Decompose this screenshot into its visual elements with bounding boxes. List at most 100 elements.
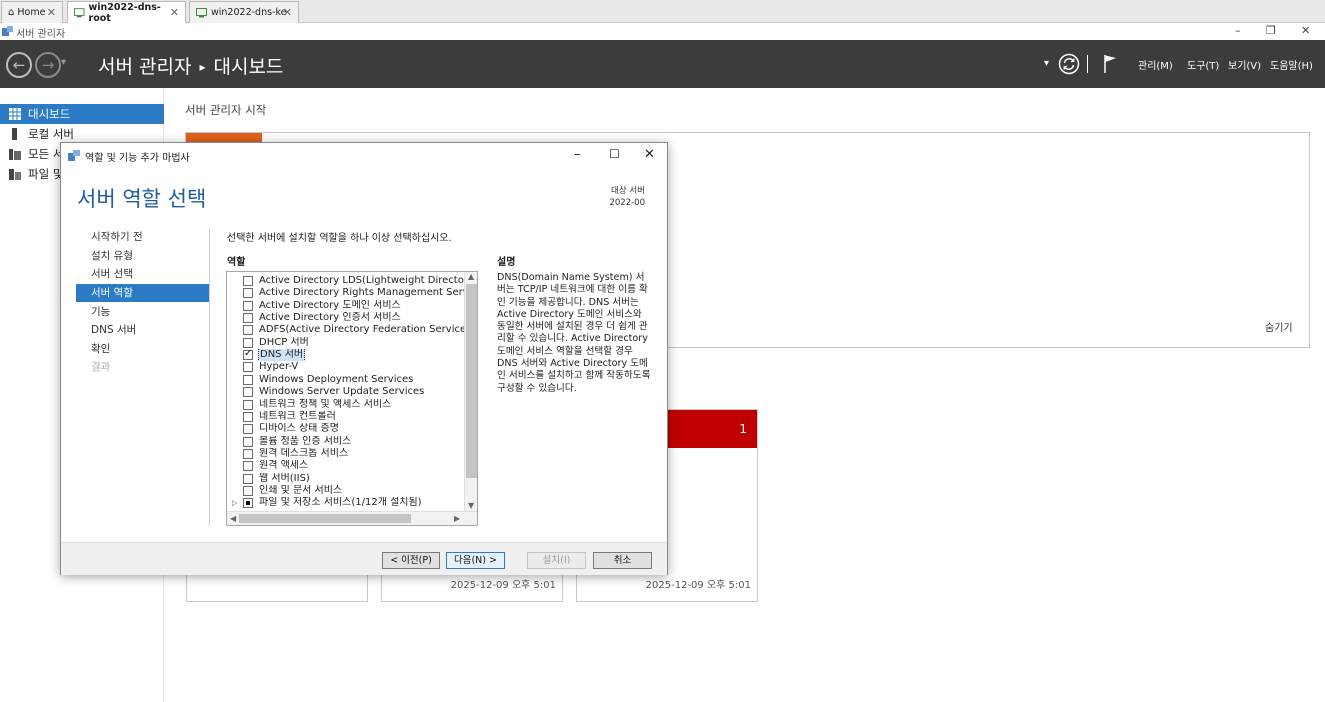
scroll-up-icon[interactable]: ▲ bbox=[468, 272, 474, 281]
role-checkbox[interactable] bbox=[243, 498, 253, 509]
breadcrumb: 서버 관리자 ▸ 대시보드 bbox=[98, 52, 283, 79]
scrollbar-thumb[interactable] bbox=[466, 284, 477, 478]
forward-arrow-icon[interactable]: → bbox=[35, 52, 61, 78]
step-features[interactable]: 기능 bbox=[76, 303, 209, 321]
menu-manage[interactable]: 관리(M) bbox=[1138, 57, 1173, 72]
close-window-button[interactable]: ✕ bbox=[1301, 24, 1310, 37]
expand-arrow-icon[interactable]: ▷ bbox=[232, 497, 237, 509]
role-checkbox[interactable] bbox=[243, 387, 253, 398]
tab-home-label: Home bbox=[17, 7, 46, 18]
step-before-you-begin[interactable]: 시작하기 전 bbox=[76, 228, 209, 246]
roles-horizontal-scrollbar[interactable]: ◀ ▶ bbox=[227, 511, 477, 525]
wizard-app-icon bbox=[68, 150, 80, 161]
roles-label: 역할 bbox=[227, 257, 246, 268]
sidebar-item-dashboard[interactable]: 대시보드 bbox=[0, 104, 164, 124]
scroll-down-icon[interactable]: ▼ bbox=[468, 501, 474, 510]
role-item[interactable]: 웹 서버(IIS) bbox=[227, 473, 465, 485]
menu-view[interactable]: 보기(V) bbox=[1228, 57, 1261, 72]
scroll-right-icon[interactable]: ▶ bbox=[454, 514, 460, 523]
back-arrow-icon[interactable]: ← bbox=[6, 52, 32, 78]
description-label: 설명 bbox=[497, 257, 516, 268]
role-item[interactable]: 네트워크 정책 및 액세스 서비스 bbox=[227, 399, 465, 411]
role-item[interactable]: Hyper-V bbox=[227, 361, 465, 373]
target-server-label: 대상 서버 bbox=[611, 186, 645, 196]
cancel-button[interactable]: 취소 bbox=[593, 552, 652, 569]
restore-button[interactable]: ❐ bbox=[1266, 24, 1276, 37]
role-item[interactable]: Active Directory LDS(Lightweight Directo… bbox=[227, 275, 465, 287]
role-checkbox[interactable] bbox=[243, 424, 253, 435]
history-dropdown-icon[interactable]: ▾ bbox=[61, 57, 66, 68]
role-checkbox[interactable] bbox=[243, 436, 253, 447]
dialog-maximize-button[interactable]: ☐ bbox=[609, 147, 620, 161]
roles-list[interactable]: Active Directory LDS(Lightweight Directo… bbox=[226, 271, 478, 526]
step-dns-server[interactable]: DNS 서버 bbox=[76, 321, 209, 339]
add-roles-wizard-dialog: 역할 및 기능 추가 마법사 – ☐ ✕ 서버 역할 선택 대상 서버 2022… bbox=[60, 142, 668, 575]
step-server-roles[interactable]: 서버 역할 bbox=[76, 284, 209, 302]
role-item[interactable]: 디바이스 상태 증명 bbox=[227, 423, 465, 435]
role-checkbox[interactable] bbox=[243, 461, 253, 472]
hide-welcome-link[interactable]: 숨기기 bbox=[1265, 319, 1293, 334]
scroll-left-icon[interactable]: ◀ bbox=[230, 514, 236, 523]
role-checkbox[interactable] bbox=[243, 399, 253, 410]
scrollbar-thumb[interactable] bbox=[239, 514, 411, 523]
refresh-dropdown-icon[interactable]: ▾ bbox=[1044, 58, 1049, 69]
role-checkbox[interactable] bbox=[243, 411, 253, 422]
minimize-button[interactable]: – bbox=[1235, 24, 1241, 37]
role-checkbox[interactable] bbox=[243, 325, 253, 336]
tab-home[interactable]: ⌂ Home ✕ bbox=[1, 1, 63, 23]
role-item[interactable]: 네트워크 컨트롤러 bbox=[227, 411, 465, 423]
role-item[interactable]: Windows Server Update Services bbox=[227, 386, 465, 398]
role-checkbox[interactable] bbox=[243, 473, 253, 484]
steps-divider bbox=[209, 228, 210, 526]
dialog-minimize-button[interactable]: – bbox=[574, 147, 581, 162]
previous-button[interactable]: < 이전(P) bbox=[382, 552, 440, 569]
notifications-flag-icon[interactable] bbox=[1103, 53, 1119, 75]
role-item[interactable]: Active Directory 인증서 서비스 bbox=[227, 312, 465, 324]
server-icon bbox=[12, 128, 17, 140]
tile-timestamp: 2025-12-09 오후 5:01 bbox=[645, 580, 751, 591]
role-item[interactable]: ▷ 파일 및 저장소 서비스(1/12개 설치됨) bbox=[227, 497, 465, 509]
role-checkbox[interactable] bbox=[243, 485, 253, 496]
tab-close-icon[interactable]: ✕ bbox=[170, 6, 179, 19]
role-checkbox[interactable] bbox=[243, 374, 253, 385]
role-item[interactable]: 인쇄 및 문서 서비스 bbox=[227, 485, 465, 497]
server-manager-app-icon bbox=[2, 26, 13, 36]
sidebar-item-local-server[interactable]: 로컬 서버 bbox=[0, 124, 164, 144]
role-checkbox[interactable] bbox=[243, 349, 253, 361]
tab-win2022-dns-root[interactable]: win2022-dns-root ✕ bbox=[67, 1, 186, 24]
dialog-close-button[interactable]: ✕ bbox=[644, 147, 655, 162]
step-server-selection[interactable]: 서버 선택 bbox=[76, 265, 209, 283]
role-item[interactable]: 볼륨 정품 인증 서비스 bbox=[227, 436, 465, 448]
role-item[interactable]: Windows Deployment Services bbox=[227, 374, 465, 386]
vm-icon bbox=[196, 7, 207, 17]
step-installation-type[interactable]: 설치 유형 bbox=[76, 247, 209, 265]
role-checkbox[interactable] bbox=[243, 300, 253, 311]
role-label: Windows Server Update Services bbox=[259, 386, 425, 398]
tab-close-icon[interactable]: ✕ bbox=[47, 6, 56, 19]
menu-help[interactable]: 도움말(H) bbox=[1270, 57, 1313, 72]
refresh-icon[interactable] bbox=[1058, 53, 1080, 75]
tab-close-icon[interactable]: ✕ bbox=[283, 6, 292, 19]
role-item[interactable]: DHCP 서버 bbox=[227, 337, 465, 349]
step-confirmation[interactable]: 확인 bbox=[76, 340, 209, 358]
role-checkbox[interactable] bbox=[243, 337, 253, 348]
header-divider bbox=[1087, 55, 1088, 73]
role-item[interactable]: Active Directory Rights Management Servi… bbox=[227, 287, 465, 299]
tab-win2022-dns-ke[interactable]: win2022-dns-ke ✕ bbox=[189, 1, 299, 23]
role-item[interactable]: 원격 액세스 bbox=[227, 460, 465, 472]
role-checkbox[interactable] bbox=[243, 313, 253, 324]
role-label: Windows Deployment Services bbox=[259, 373, 414, 385]
next-button[interactable]: 다음(N) > bbox=[446, 552, 505, 569]
role-item[interactable]: ADFS(Active Directory Federation Service… bbox=[227, 324, 465, 336]
role-label: DNS 서버 bbox=[258, 349, 306, 362]
role-checkbox[interactable] bbox=[243, 448, 253, 459]
server-manager-header: ← → ▾ 서버 관리자 ▸ 대시보드 ▾ 관리(M) 도구(T) 보기(V) 도움… bbox=[0, 40, 1325, 88]
role-item[interactable]: Active Directory 도메인 서비스 bbox=[227, 300, 465, 312]
role-checkbox[interactable] bbox=[243, 276, 253, 286]
roles-vertical-scrollbar[interactable]: ▲ ▼ bbox=[464, 272, 477, 512]
role-item[interactable]: DNS 서버 bbox=[227, 349, 465, 362]
role-item[interactable]: 원격 데스크톱 서비스 bbox=[227, 448, 465, 460]
menu-tools[interactable]: 도구(T) bbox=[1187, 57, 1219, 72]
role-checkbox[interactable] bbox=[243, 362, 253, 373]
role-checkbox[interactable] bbox=[243, 288, 253, 299]
